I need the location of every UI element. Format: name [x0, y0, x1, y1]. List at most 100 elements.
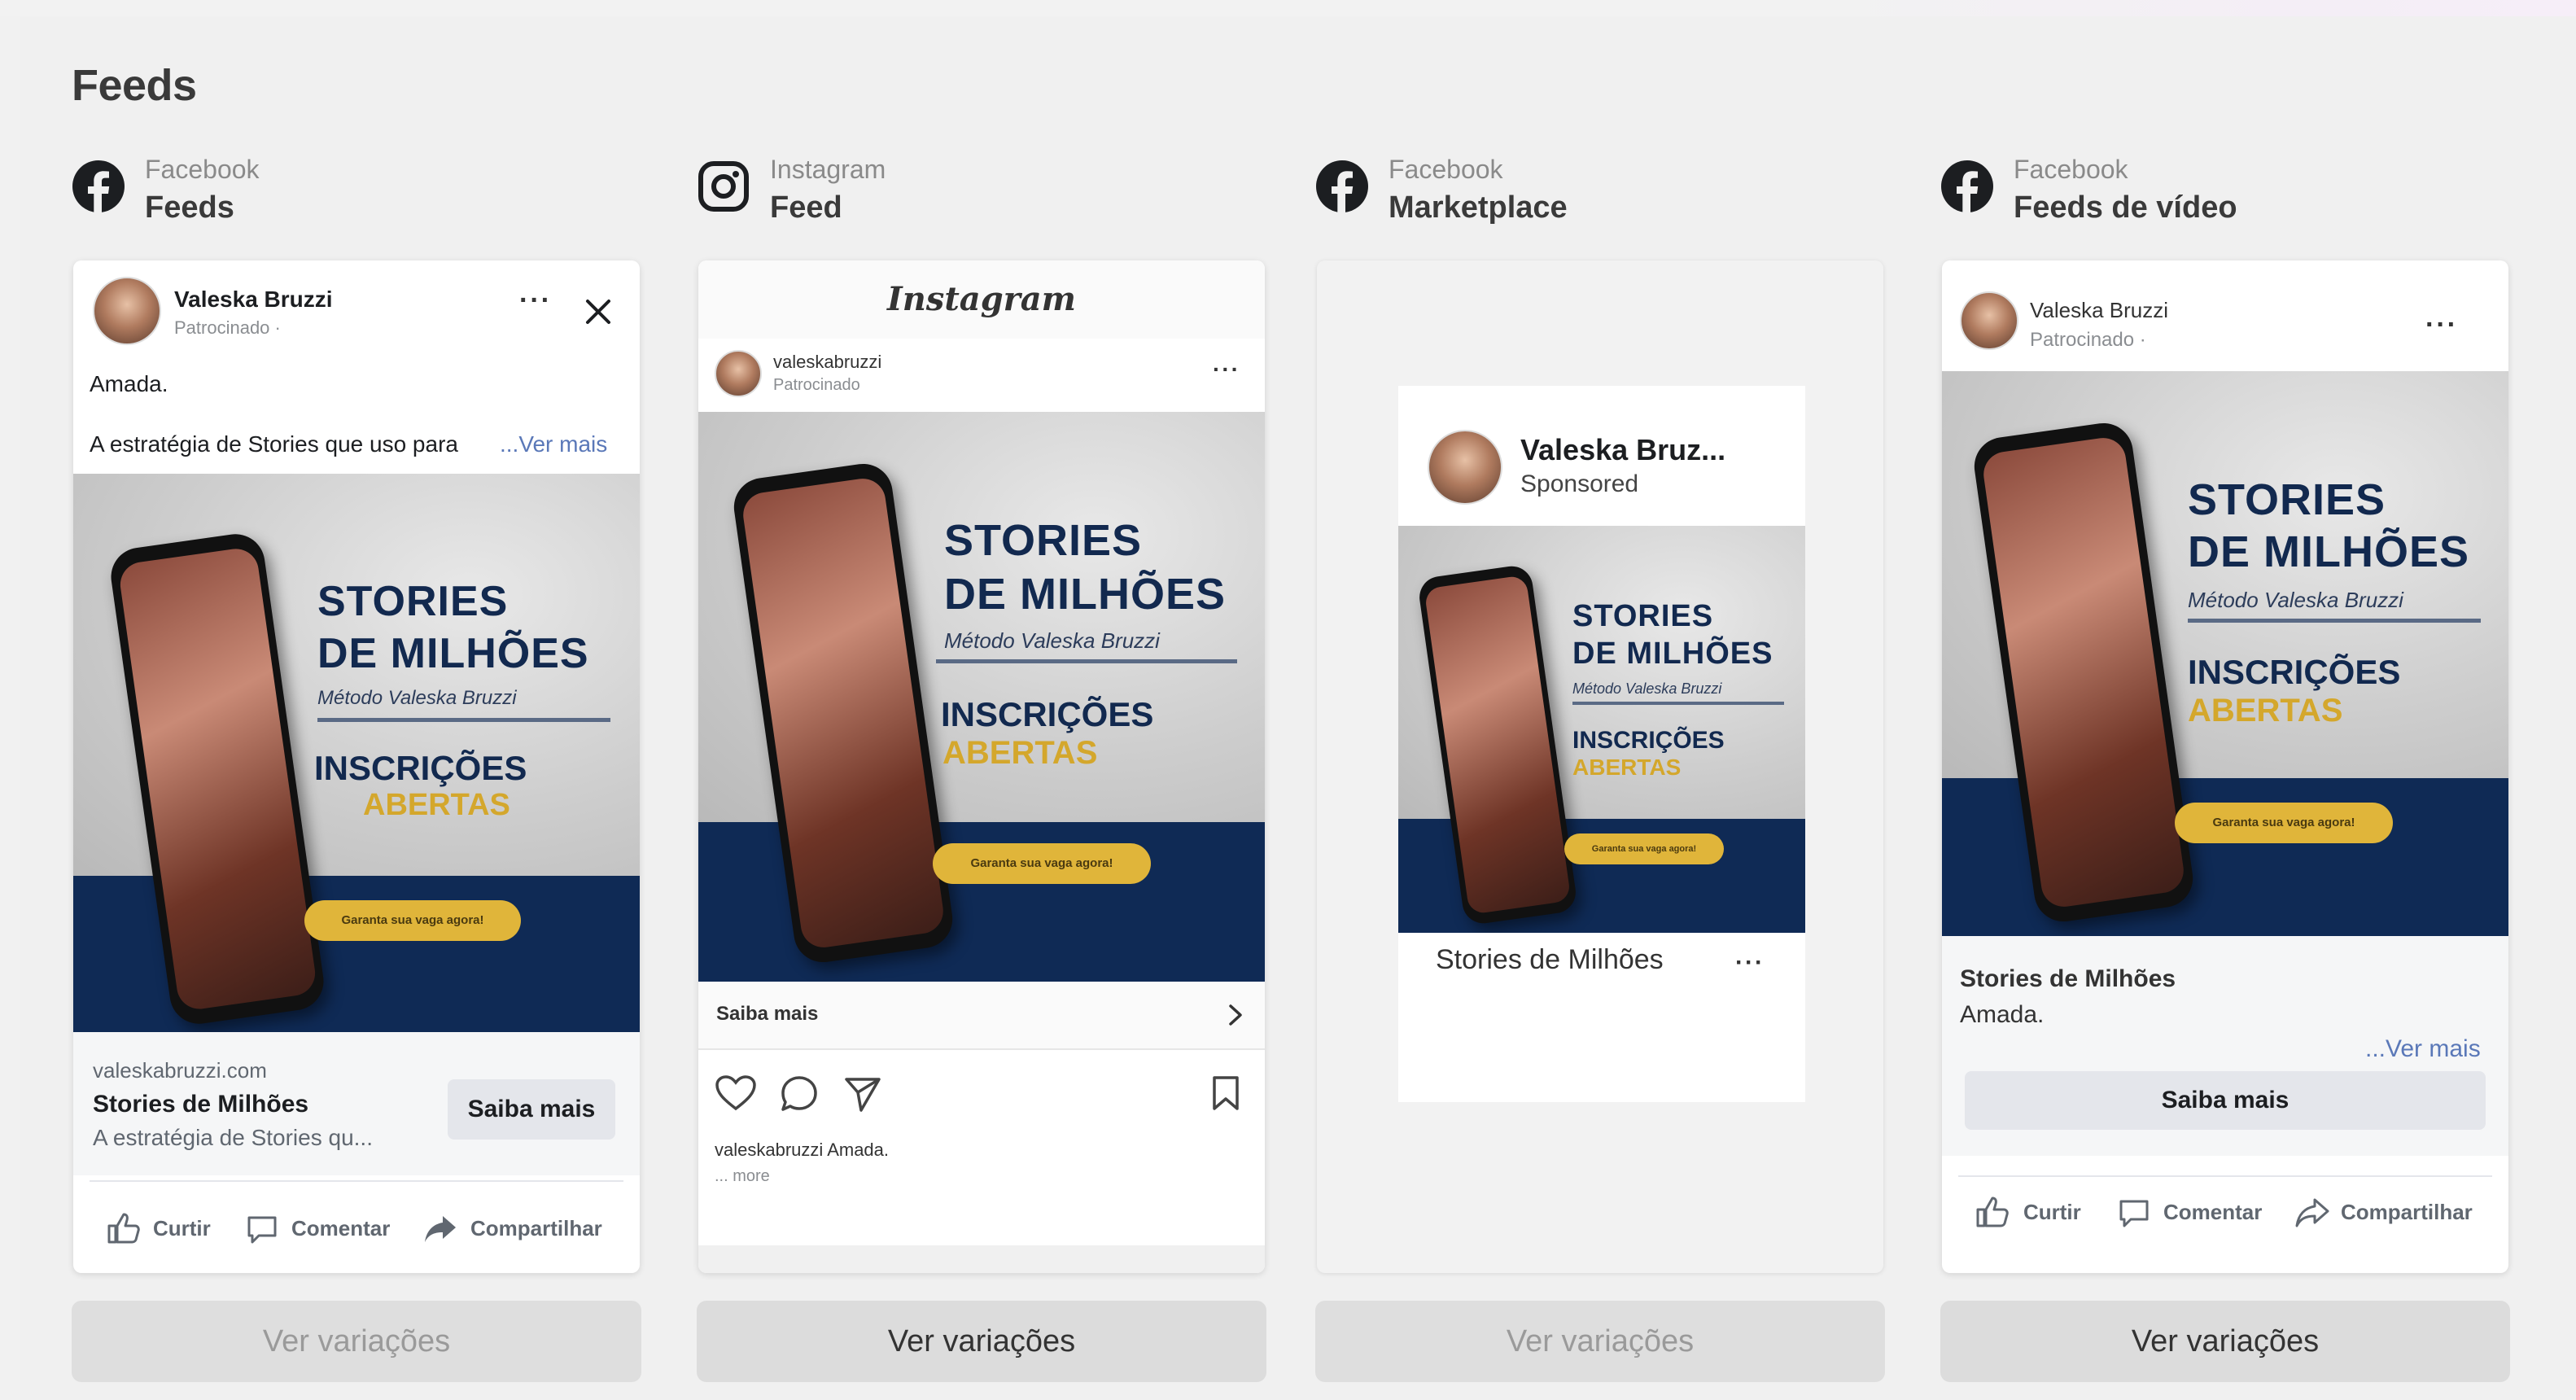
- creative-subtitle: Método Valeska Bruzzi: [944, 628, 1160, 653]
- author-name: Valeska Bruz...: [1520, 433, 1726, 466]
- creative-divider: [936, 659, 1237, 663]
- placement-header: Facebook Feeds: [72, 155, 641, 236]
- creative-headline-1: STORIES: [1572, 599, 1714, 633]
- caption: valeskabruzzi Amada.: [715, 1140, 889, 1161]
- creative-divider: [317, 718, 610, 722]
- creative-headline-1: STORIES: [2188, 475, 2386, 524]
- author-name: Valeska Bruzzi: [174, 287, 333, 312]
- see-more-link[interactable]: ...Ver mais: [500, 431, 607, 457]
- item-title: Stories de Milhões: [1436, 944, 1664, 975]
- placement-label: Feed: [770, 190, 842, 225]
- creative-inscricoes: INSCRIÇÕES: [314, 749, 527, 787]
- creative-abertas: ABERTAS: [363, 788, 510, 822]
- creative-cta: Garanta sua vaga agora!: [304, 900, 521, 941]
- view-variations-button[interactable]: Ver variações: [1940, 1301, 2510, 1382]
- facebook-icon: [72, 160, 125, 213]
- more-options-icon[interactable]: ···: [519, 285, 552, 317]
- view-variations-button[interactable]: Ver variações: [72, 1301, 641, 1382]
- sponsored-label: Patrocinado ·: [2030, 329, 2146, 351]
- share-label[interactable]: Compartilhar: [2341, 1200, 2473, 1225]
- avatar: [715, 350, 762, 397]
- ad-preview-card: Valeska Bruzzi Patrocinado · ··· STORIES…: [1942, 260, 2508, 1273]
- share-label[interactable]: Compartilhar: [470, 1216, 602, 1241]
- ad-creative-image: STORIES DE MILHÕES Método Valeska Bruzzi…: [73, 474, 640, 1032]
- caption-text: Amada.: [827, 1140, 890, 1160]
- creative-cta: Garanta sua vaga agora!: [2175, 803, 2393, 843]
- platform-label: Facebook: [145, 155, 260, 184]
- link-title: Stories de Milhões: [93, 1091, 309, 1118]
- more-options-icon[interactable]: ···: [1213, 357, 1240, 383]
- platform-label: Facebook: [2014, 155, 2128, 184]
- creative-abertas: ABERTAS: [942, 735, 1098, 771]
- bookmark-icon[interactable]: [1211, 1074, 1240, 1112]
- cta-bar-label[interactable]: Saiba mais: [716, 1003, 818, 1026]
- avatar: [1960, 291, 2018, 350]
- video-text: Amada.: [1960, 1001, 2045, 1028]
- author-name: Valeska Bruzzi: [2030, 298, 2169, 322]
- like-label[interactable]: Curtir: [153, 1216, 211, 1241]
- share-icon[interactable]: [423, 1213, 459, 1245]
- like-icon[interactable]: [106, 1211, 142, 1244]
- view-variations-button[interactable]: Ver variações: [697, 1301, 1266, 1382]
- placement-header: Instagram Feed: [697, 155, 1266, 236]
- comment-label[interactable]: Comentar: [2163, 1200, 2262, 1225]
- ad-preview-card: Valeska Bruzzi Patrocinado · ··· Amada. …: [73, 260, 640, 1273]
- more-options-icon[interactable]: ···: [2425, 309, 2458, 341]
- sponsored-label: Patrocinado: [773, 376, 860, 394]
- placement-header: Facebook Marketplace: [1315, 155, 1885, 236]
- creative-inscricoes: INSCRIÇÕES: [941, 695, 1154, 733]
- learn-more-button[interactable]: Saiba mais: [1965, 1071, 2486, 1130]
- see-more-link[interactable]: ...Ver mais: [2365, 1035, 2481, 1063]
- platform-label: Facebook: [1389, 155, 1503, 184]
- creative-inscricoes: INSCRIÇÕES: [1572, 727, 1725, 754]
- link-domain: valeskabruzzi.com: [93, 1058, 267, 1083]
- sponsored-label: Patrocinado ·: [174, 317, 281, 338]
- facebook-icon: [1941, 160, 1993, 213]
- creative-abertas: ABERTAS: [1572, 755, 1682, 780]
- primary-text-line2: A estratégia de Stories que uso para: [90, 431, 458, 457]
- ad-creative-image: STORIES DE MILHÕES Método Valeska Bruzzi…: [698, 412, 1265, 982]
- placement-header: Facebook Feeds de vídeo: [1940, 155, 2510, 236]
- sponsored-label: Sponsored: [1520, 470, 1639, 497]
- card-footer: [698, 1245, 1265, 1273]
- like-label[interactable]: Curtir: [2023, 1200, 2081, 1225]
- more-options-icon[interactable]: ···: [1735, 949, 1765, 977]
- platform-label: Instagram: [770, 155, 886, 184]
- comment-icon[interactable]: [246, 1213, 278, 1245]
- comment-icon[interactable]: [780, 1074, 819, 1113]
- avatar: [1428, 430, 1502, 505]
- creative-abertas: ABERTAS: [2188, 693, 2343, 728]
- creative-divider: [1572, 702, 1784, 705]
- ad-creative-image: STORIES DE MILHÕES Método Valeska Bruzzi…: [1398, 526, 1805, 933]
- creative-subtitle: Método Valeska Bruzzi: [2188, 588, 2403, 612]
- chevron-right-icon[interactable]: [1227, 1003, 1244, 1027]
- more-link[interactable]: ... more: [715, 1167, 770, 1186]
- facebook-icon: [1316, 160, 1368, 213]
- creative-headline-1: STORIES: [317, 578, 509, 625]
- comment-label[interactable]: Comentar: [291, 1216, 390, 1241]
- creative-subtitle: Método Valeska Bruzzi: [317, 687, 517, 709]
- divider: [1958, 1175, 2492, 1177]
- share-icon[interactable]: [2295, 1197, 2331, 1229]
- instagram-logo: Instagram: [887, 280, 1076, 318]
- creative-headline-2: DE MILHÕES: [944, 570, 1227, 619]
- comment-icon[interactable]: [2118, 1197, 2150, 1229]
- placement-label: Feeds de vídeo: [2014, 190, 2237, 225]
- creative-inscricoes: INSCRIÇÕES: [2188, 653, 2401, 691]
- like-icon[interactable]: [1975, 1195, 2010, 1227]
- instagram-icon: [698, 161, 749, 212]
- avatar: [93, 277, 161, 345]
- view-variations-button[interactable]: Ver variações: [1315, 1301, 1885, 1382]
- divider: [90, 1180, 623, 1182]
- heart-icon[interactable]: [715, 1074, 757, 1112]
- creative-cta: Garanta sua vaga agora!: [933, 843, 1151, 884]
- ad-preview-card: Instagram valeskabruzzi Patrocinado ··· …: [698, 260, 1265, 1273]
- creative-headline-2: DE MILHÕES: [317, 630, 589, 677]
- caption-username: valeskabruzzi: [715, 1140, 824, 1160]
- ad-preview-card: Valeska Bruz... Sponsored STORIES DE MIL…: [1317, 260, 1883, 1273]
- send-icon[interactable]: [843, 1074, 882, 1113]
- learn-more-button[interactable]: Saiba mais: [448, 1079, 615, 1140]
- creative-headline-1: STORIES: [944, 516, 1143, 565]
- creative-headline-2: DE MILHÕES: [1572, 637, 1773, 671]
- close-icon[interactable]: [584, 298, 612, 326]
